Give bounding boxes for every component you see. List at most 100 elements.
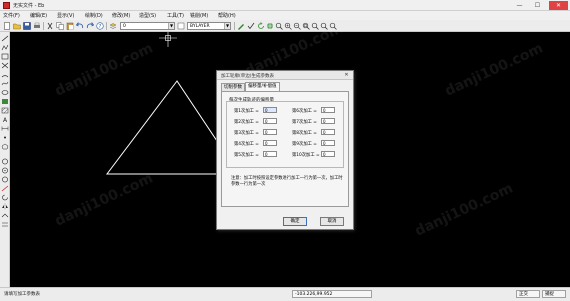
dimension-icon[interactable] — [1, 125, 9, 132]
layer-icon[interactable] — [109, 22, 117, 30]
field-label: 第5次加工 = — [234, 153, 259, 158]
title-bar: 无实文件 - Eb — ☐ ✕ — [0, 0, 570, 11]
linetype-combo[interactable]: BYLAYER ▼ — [187, 22, 231, 30]
move-icon[interactable] — [1, 185, 9, 192]
dialog-close-button[interactable]: ✕ — [342, 72, 351, 79]
dialog-title-bar: 加工轮廓(单边)生成参数表 ✕ — [217, 71, 353, 80]
menu-modify[interactable]: 修改(M) — [112, 12, 130, 19]
chevron-down-icon[interactable]: ▼ — [224, 23, 230, 29]
ok-button[interactable]: 确定 — [283, 217, 307, 226]
redo-icon[interactable] — [86, 22, 94, 30]
crosshair-cursor — [159, 32, 177, 47]
close-button[interactable]: ✕ — [549, 1, 568, 10]
save-icon[interactable] — [23, 22, 31, 30]
menu-tools[interactable]: 工具(T) — [167, 12, 184, 19]
circle-icon[interactable] — [1, 158, 9, 165]
pen-icon[interactable] — [237, 22, 245, 30]
chevron-down-icon[interactable]: ▼ — [168, 23, 174, 29]
shape-icon[interactable] — [1, 98, 9, 105]
field-input[interactable]: 0 — [321, 107, 335, 113]
menu-edit[interactable]: 编辑(E) — [30, 12, 47, 19]
open-folder-icon[interactable] — [13, 22, 21, 30]
field-input[interactable]: 0 — [263, 129, 277, 135]
field-input[interactable]: 0 — [321, 118, 335, 124]
menu-file[interactable]: 文件(F) — [3, 12, 20, 19]
cancel-button[interactable]: 取消 — [320, 217, 344, 226]
field-label: 第9次加工 = — [292, 142, 317, 147]
zoom-out-icon[interactable] — [293, 22, 301, 30]
field-label: 第3次加工 = — [234, 131, 259, 136]
check-icon[interactable] — [247, 22, 255, 30]
field-label: 第8次加工 = — [292, 131, 317, 136]
field-label: 第4次加工 = — [234, 142, 259, 147]
circle-3p-icon[interactable] — [1, 176, 9, 183]
arc-icon[interactable] — [1, 71, 9, 78]
print-icon[interactable] — [33, 22, 41, 30]
rotate-icon[interactable] — [1, 194, 9, 201]
cross-icon[interactable] — [1, 62, 9, 69]
status-prompt: 请填写加工参数表 — [4, 292, 40, 297]
app-icon — [3, 2, 10, 9]
layer-combo[interactable]: 0 ▼ — [120, 22, 175, 30]
polyline-icon[interactable] — [1, 44, 9, 51]
window-title: 无实文件 - Eb — [13, 3, 45, 9]
offset-icon[interactable] — [1, 221, 9, 228]
spline-icon[interactable] — [1, 80, 9, 87]
menu-milling[interactable]: 铣削(M) — [190, 12, 208, 19]
ellipse-icon[interactable] — [1, 89, 9, 96]
toolbar-separator — [106, 22, 107, 30]
field-input[interactable]: 0 — [263, 151, 277, 157]
field-input[interactable]: 0 — [321, 129, 335, 135]
polygon-icon[interactable] — [1, 143, 9, 150]
menu-shape[interactable]: 造型(S) — [139, 12, 156, 19]
field-label: 第6次加工 = — [292, 109, 317, 114]
undo-icon[interactable] — [76, 22, 84, 30]
zoom-window-icon[interactable] — [302, 22, 310, 30]
linetype-combo-value: BYLAYER — [190, 24, 210, 29]
main-toolbar: ? 0 ▼ BYLAYER ▼ — [0, 20, 570, 32]
point-icon[interactable] — [1, 134, 9, 141]
params-dialog: 加工轮廓(单边)生成参数表 ✕ 切削参数 偏移量/补偿值 每次生成轨迹的偏移量 … — [216, 70, 354, 230]
circle-center-icon[interactable] — [1, 167, 9, 174]
menu-view[interactable]: 显示(V) — [57, 12, 74, 19]
trim-icon[interactable] — [1, 212, 9, 219]
field-input[interactable]: 0 — [321, 151, 335, 157]
note-text: 注意：加工时按照设定参数进行加工一行为第一次，加工时参数一行为第一次 — [231, 176, 343, 187]
new-file-icon[interactable] — [3, 22, 11, 30]
hatch-icon[interactable] — [1, 107, 9, 114]
tab-cutting-params[interactable]: 切削参数 — [221, 83, 245, 91]
field-input[interactable]: 0 — [263, 118, 277, 124]
field-input[interactable]: 0 — [321, 140, 335, 146]
rectangle-icon[interactable] — [1, 53, 9, 60]
minimize-button[interactable]: — — [512, 1, 527, 10]
menu-help[interactable]: 帮助(H) — [218, 12, 236, 19]
field-input[interactable]: 0 — [263, 107, 277, 113]
ortho-toggle[interactable]: 正交 — [516, 290, 540, 298]
snap-toggle[interactable]: 捕捉 — [542, 290, 566, 298]
tab-offset-compensation[interactable]: 偏移量/补偿值 — [245, 82, 280, 91]
toolbar-separator — [43, 22, 44, 30]
tab-panel: 每次生成轨迹的偏移量 第1次加工 = 0 第2次加工 = 0 第3次加工 = 0… — [221, 91, 349, 207]
toolbar-separator — [234, 22, 235, 30]
refresh-icon[interactable] — [257, 22, 265, 30]
menu-draw[interactable]: 绘制(D) — [85, 12, 103, 19]
dialog-title: 加工轮廓(单边)生成参数表 — [221, 74, 275, 79]
text-icon[interactable]: A — [1, 116, 9, 123]
zoom-realtime-icon[interactable] — [275, 22, 283, 30]
paste-icon[interactable] — [66, 22, 74, 30]
svg-text:?: ? — [99, 24, 102, 30]
mirror-icon[interactable] — [1, 203, 9, 210]
layer-combo-value: 0 — [123, 24, 126, 29]
field-label: 第7次加工 = — [292, 120, 317, 125]
maximize-button[interactable]: ☐ — [530, 1, 545, 10]
pan-icon[interactable] — [266, 22, 274, 30]
cut-icon[interactable] — [46, 22, 54, 30]
color-swatch-icon[interactable] — [177, 22, 185, 30]
field-label: 第10次加工 = — [292, 153, 320, 158]
line-icon[interactable] — [1, 35, 9, 42]
field-input[interactable]: 0 — [263, 140, 277, 146]
help-icon[interactable]: ? — [96, 22, 104, 30]
copy-icon[interactable] — [56, 22, 64, 30]
svg-text:A: A — [3, 117, 8, 123]
zoom-in-icon[interactable] — [284, 22, 292, 30]
